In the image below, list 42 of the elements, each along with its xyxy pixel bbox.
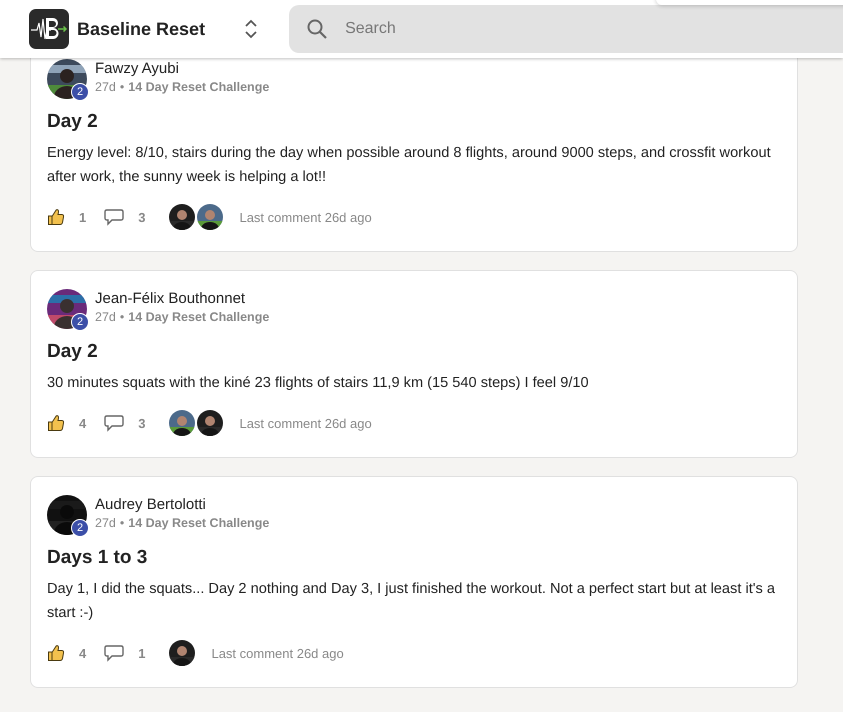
last-comment-time: Last comment 26d ago [239,210,372,224]
post-body: Day 1, I did the squats... Day 2 nothing and Day 3, I just finished the workout. Not a perfect start but at least it's a start :-) [47,580,776,623]
last-comment-time: Last comment 26d ago [239,416,372,430]
post-title: Days 1 to 3 [47,547,148,569]
level-badge: 2 [71,519,89,537]
separator-dot: • [120,80,124,94]
post-title: Day 2 [47,341,99,363]
thumbs-up-icon[interactable] [47,644,65,662]
comment-icon[interactable] [104,208,124,226]
group-name[interactable]: 14 Day Reset Challenge [128,516,270,530]
group-name[interactable]: 14 Day Reset Challenge [128,310,270,324]
author-name[interactable]: Jean-Félix Bouthonnet [95,290,270,307]
thumbs-up-icon[interactable] [47,208,65,226]
last-comment-time: Last comment 26d ago [211,646,344,660]
post-body: 30 minutes squats with the kiné 23 flights of stairs 11,9 km (15 540 steps) I feel 9/10 [47,374,590,393]
post-body: Energy level: 8/10, stairs during the day when possible around 8 flights, around 9000 steps, and crossfit workout after work, the sunny week is helping a lot!! [47,144,772,187]
logo-icon [29,9,69,49]
like-count: 4 [79,646,86,660]
separator-dot: • [120,516,124,530]
separator-dot: • [120,310,124,324]
app-name: Baseline Reset [77,18,206,40]
comment-count: 3 [138,416,146,430]
search-field[interactable]: Search [289,5,843,53]
post-age: 27d [95,310,116,324]
level-badge: 2 [71,313,89,331]
post-title: Day 2 [47,111,99,133]
author-name[interactable]: Fawzy Ayubi [95,60,270,77]
comment-icon[interactable] [104,414,124,432]
comment-count: 3 [138,210,146,224]
search-icon [306,18,328,40]
comment-icon[interactable] [104,644,124,662]
comment-count: 1 [138,646,146,660]
chevron-updown-icon[interactable] [244,18,258,40]
post-age: 27d [95,80,116,94]
author-name[interactable]: Audrey Bertolotti [95,496,270,513]
group-name[interactable]: 14 Day Reset Challenge [128,80,270,94]
level-badge: 2 [71,83,89,101]
like-count: 4 [79,416,86,430]
like-count: 1 [79,210,86,224]
post-age: 27d [95,516,116,530]
thumbs-up-icon[interactable] [47,414,65,432]
app-logo[interactable] [29,9,69,49]
